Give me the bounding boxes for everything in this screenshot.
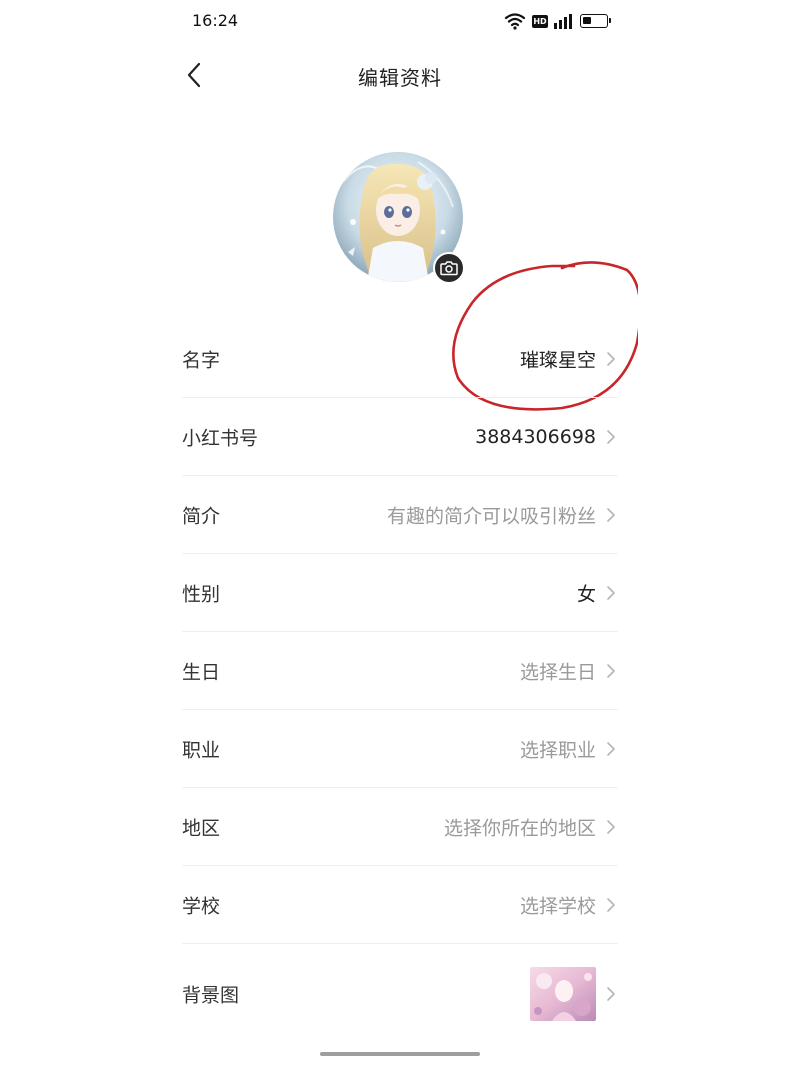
- chevron-right-icon: [607, 897, 615, 912]
- avatar-section: [333, 152, 467, 286]
- chevron-right-icon: [607, 351, 615, 366]
- chevron-right-icon: [607, 429, 615, 444]
- field-label-school: 学校: [182, 895, 221, 917]
- field-value-name: 璀璨星空: [519, 349, 596, 371]
- field-label-bio: 简介: [182, 505, 221, 527]
- phone-screen: 16:24 HD 编辑资料 名字 璀璨星空 小红书号 3884306698 简介…: [162, 0, 638, 1067]
- field-value-gender: 女: [576, 583, 596, 605]
- field-row-school[interactable]: 学校 选择学校: [182, 866, 618, 944]
- chevron-right-icon: [607, 663, 615, 678]
- chevron-right-icon: [607, 819, 615, 834]
- status-icons: HD: [504, 11, 611, 31]
- field-label-region: 地区: [182, 817, 221, 839]
- signal-icon: [554, 14, 572, 29]
- field-value-occupation: 选择职业: [519, 739, 596, 761]
- home-indicator[interactable]: [320, 1052, 480, 1056]
- page-title: 编辑资料: [358, 66, 442, 90]
- wifi-icon: [504, 13, 526, 30]
- field-label-background: 背景图: [182, 984, 240, 1007]
- profile-field-list: 名字 璀璨星空 小红书号 3884306698 简介 有趣的简介可以吸引粉丝 性…: [182, 320, 618, 1044]
- field-row-occupation[interactable]: 职业 选择职业: [182, 710, 618, 788]
- field-label-occupation: 职业: [182, 739, 221, 761]
- field-label-name: 名字: [182, 349, 221, 371]
- field-row-background[interactable]: 背景图: [182, 944, 618, 1044]
- field-row-region[interactable]: 地区 选择你所在的地区: [182, 788, 618, 866]
- field-row-name[interactable]: 名字 璀璨星空: [182, 320, 618, 398]
- chevron-right-icon: [607, 987, 615, 1001]
- field-row-birthday[interactable]: 生日 选择生日: [182, 632, 618, 710]
- field-row-bio[interactable]: 简介 有趣的简介可以吸引粉丝: [182, 476, 618, 554]
- field-value-birthday: 选择生日: [519, 661, 596, 683]
- status-time: 16:24: [192, 11, 239, 30]
- chevron-right-icon: [607, 507, 615, 522]
- field-value-region: 选择你所在的地区: [443, 817, 596, 839]
- field-row-gender[interactable]: 性别 女: [182, 554, 618, 632]
- field-value-school: 选择学校: [519, 895, 596, 917]
- header: 编辑资料: [162, 48, 638, 102]
- field-label-birthday: 生日: [182, 661, 221, 683]
- hd-icon: HD: [532, 14, 548, 28]
- field-label-xhs-id: 小红书号: [182, 427, 259, 449]
- chevron-right-icon: [607, 585, 615, 600]
- battery-fill: [583, 17, 591, 24]
- background-image-thumbnail: [530, 967, 596, 1021]
- camera-icon: [440, 261, 458, 276]
- battery-icon: [580, 14, 611, 28]
- field-label-gender: 性别: [182, 583, 221, 605]
- field-value-bio: 有趣的简介可以吸引粉丝: [386, 505, 596, 527]
- change-avatar-button[interactable]: [433, 252, 465, 284]
- status-bar: 16:24 HD: [162, 0, 638, 44]
- field-row-xhs-id[interactable]: 小红书号 3884306698: [182, 398, 618, 476]
- chevron-right-icon: [607, 741, 615, 756]
- field-value-xhs-id: 3884306698: [475, 425, 596, 448]
